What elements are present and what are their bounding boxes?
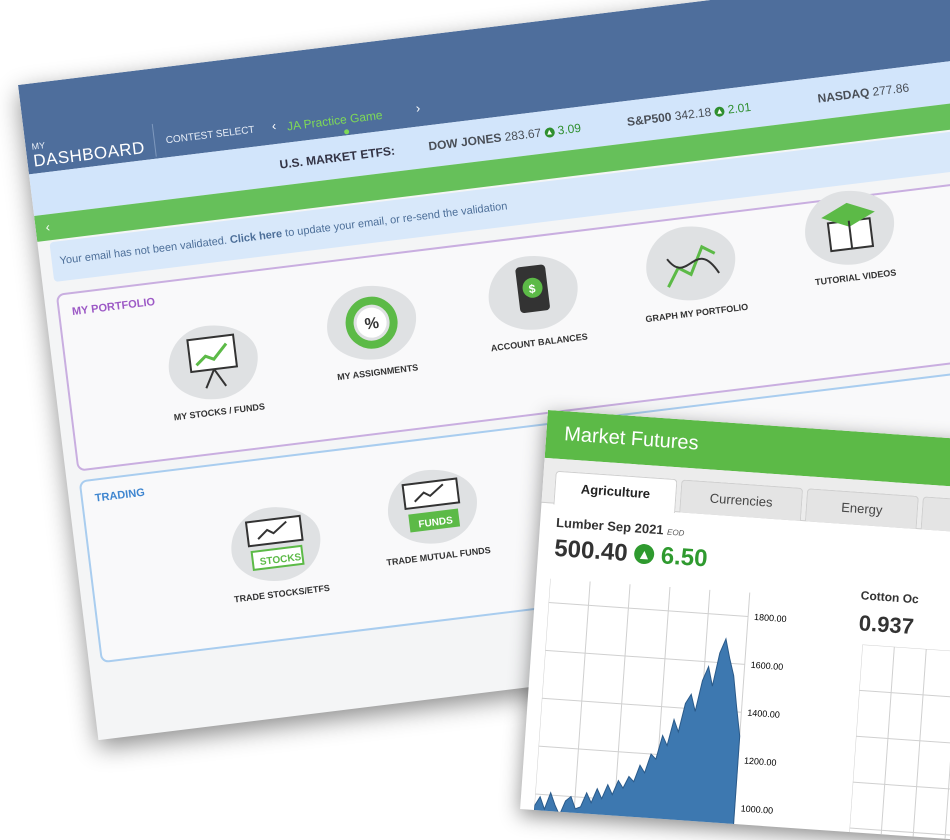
- tile-my-stocks[interactable]: MY STOCKS / FUNDS: [149, 318, 279, 425]
- tab-agriculture[interactable]: Agriculture: [553, 470, 678, 514]
- lumber-change: 6.50: [659, 542, 709, 573]
- cotton-value: 0.937: [858, 610, 915, 640]
- y-tick-label: 1400.00: [747, 708, 780, 720]
- lumber-price: 500.40 ▲ 6.50: [553, 535, 708, 574]
- ticker-change: 3.09: [556, 120, 582, 138]
- lumber-chart: 1000.00 1200.00 1400.00 1600.00 1800.00: [533, 578, 787, 833]
- arrow-up-icon: ▲: [633, 543, 655, 565]
- graph-lines-icon: [641, 221, 740, 306]
- market-futures-card: Market Futures Agriculture Currencies En…: [520, 410, 950, 840]
- graduation-book-icon: [800, 185, 899, 270]
- lumber-label: Lumber Sep 2021: [555, 514, 665, 538]
- y-tick-label: 1800.00: [754, 612, 787, 624]
- stocks-sign-icon: STOCKS: [226, 501, 326, 587]
- ticker-change: 2.01: [726, 99, 752, 117]
- y-tick-label: 1000.00: [740, 803, 773, 815]
- tile-trade-stocks[interactable]: STOCKS TRADE STOCKS/ETFS: [212, 500, 342, 607]
- tile-tutorial-videos[interactable]: TUTORIAL VIDEOS: [786, 184, 916, 291]
- grid-line-horizontal: [852, 781, 950, 792]
- tile-trade-funds[interactable]: FUNDS TRADE MUTUAL FUNDS: [368, 463, 498, 570]
- grid-line-vertical: [944, 651, 950, 840]
- grid-line-horizontal: [859, 689, 950, 700]
- y-tick-label: 1600.00: [750, 660, 783, 672]
- grid-line-vertical: [880, 646, 895, 837]
- grid-line-vertical: [912, 648, 927, 839]
- grid-line-horizontal: [548, 602, 749, 617]
- cotton-chart: [849, 644, 950, 840]
- cotton-name: Cotton Oc: [860, 588, 920, 607]
- tab-energy[interactable]: Energy: [804, 488, 919, 530]
- tile-account-balances[interactable]: $ ACCOUNT BALANCES: [469, 249, 599, 356]
- lumber-value: 500.40: [553, 534, 629, 567]
- percent-donut-icon: %: [322, 280, 421, 365]
- arrow-up-icon: ▲: [543, 126, 556, 138]
- eod-tag: EOD: [666, 527, 685, 538]
- y-tick-label: 1200.00: [744, 756, 777, 768]
- grid-line-horizontal: [545, 649, 745, 665]
- grid-line-horizontal: [855, 735, 950, 746]
- grid-line-vertical: [849, 644, 863, 835]
- tile-graph-portfolio[interactable]: GRAPH MY PORTFOLIO: [627, 219, 757, 326]
- tile-my-assignments[interactable]: % MY ASSIGNMENTS: [308, 279, 438, 386]
- tab-more[interactable]: [920, 496, 950, 536]
- money-phone-icon: $: [483, 250, 583, 335]
- grid-line-horizontal: [849, 827, 950, 838]
- funds-sign-icon: FUNDS: [383, 464, 482, 549]
- presentation-chart-icon: [164, 320, 263, 405]
- grid-line-horizontal: [862, 644, 950, 655]
- arrow-up-icon: ▲: [713, 105, 726, 118]
- svg-text:%: %: [364, 315, 380, 334]
